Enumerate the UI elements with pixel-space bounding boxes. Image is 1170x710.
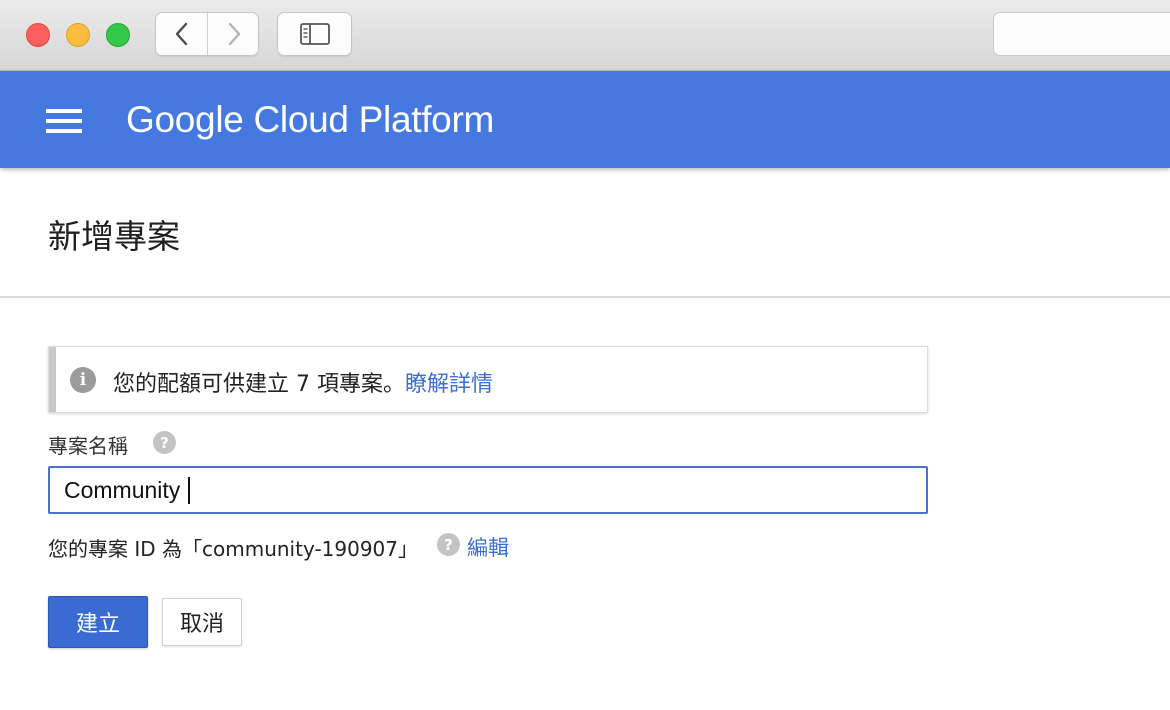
cancel-button[interactable]: 取消 xyxy=(162,598,242,646)
chevron-left-icon xyxy=(175,22,187,46)
project-id-help-icon[interactable]: ? xyxy=(437,533,460,556)
project-id-text: 您的專案 ID 為「community-190907」 xyxy=(48,537,419,561)
project-name-input[interactable] xyxy=(48,466,928,514)
project-name-label: 專案名稱 xyxy=(48,434,128,458)
address-bar[interactable] xyxy=(993,12,1170,56)
page-title: 新增專案 xyxy=(48,217,180,256)
navigation-buttons xyxy=(155,12,259,56)
sidebar-toggle-button[interactable] xyxy=(277,12,352,56)
sidebar-toggle-icon xyxy=(299,23,330,45)
forward-button[interactable] xyxy=(208,13,259,55)
create-button[interactable]: 建立 xyxy=(48,596,148,648)
quota-info-banner: i 您的配額可供建立 7 項專案。瞭解詳情 xyxy=(48,346,928,413)
brand-title[interactable]: Google Cloud Platform xyxy=(126,99,494,141)
quota-info-text: 您的配額可供建立 7 項專案。瞭解詳情 xyxy=(113,366,493,398)
app-header: Google Cloud Platform xyxy=(0,71,1170,168)
quota-message: 您的配額可供建立 7 項專案。 xyxy=(113,372,405,397)
learn-more-link[interactable]: 瞭解詳情 xyxy=(405,372,493,397)
hamburger-menu-icon[interactable] xyxy=(46,109,82,133)
edit-project-id-link[interactable]: 編輯 xyxy=(467,532,509,562)
chevron-right-icon xyxy=(228,22,240,46)
title-divider xyxy=(0,296,1170,298)
minimize-window-button[interactable] xyxy=(66,23,90,47)
text-caret xyxy=(188,477,190,504)
info-icon: i xyxy=(70,367,96,393)
project-name-help-icon[interactable]: ? xyxy=(153,431,176,454)
zoom-window-button[interactable] xyxy=(106,23,130,47)
browser-toolbar xyxy=(0,0,1170,71)
back-button[interactable] xyxy=(156,13,207,55)
close-window-button[interactable] xyxy=(26,23,50,47)
banner-accent-bar xyxy=(49,347,56,412)
